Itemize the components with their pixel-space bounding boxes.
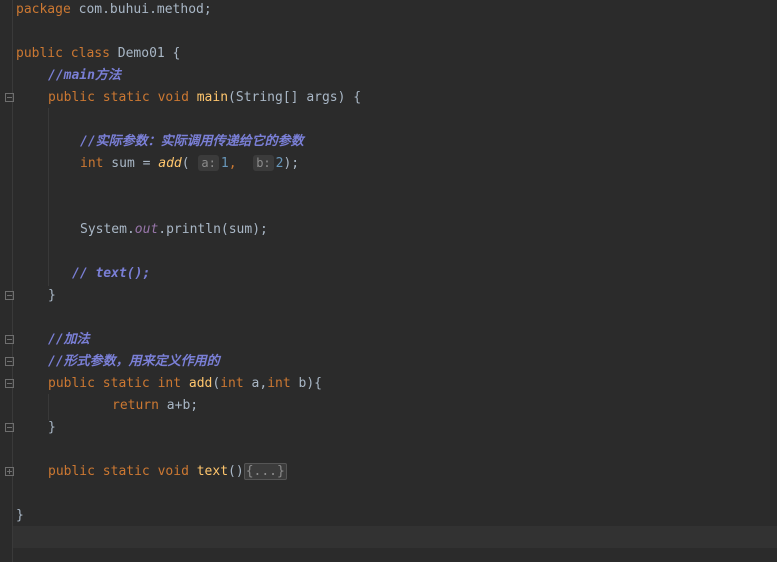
code-text: () — [228, 464, 244, 479]
code-line[interactable]: } — [48, 417, 777, 439]
fold-marker-icon[interactable] — [5, 379, 14, 388]
method-name: add — [188, 376, 213, 391]
parameter-hint: a: — [198, 155, 219, 171]
keyword: int — [220, 376, 244, 391]
comment: // text(); — [72, 266, 151, 281]
fold-marker-icon[interactable] — [5, 335, 14, 344]
indent-guide — [48, 108, 49, 286]
keyword: static — [102, 90, 150, 105]
code-line[interactable]: public class Demo01 { — [16, 43, 777, 65]
fold-marker-icon[interactable] — [5, 467, 14, 476]
code-line[interactable]: public static void text() {...} — [48, 461, 777, 483]
code-line[interactable]: //形式参数，用来定义作用的 — [48, 351, 777, 373]
code-text: .println(sum); — [158, 222, 268, 237]
keyword: static — [102, 376, 150, 391]
closing-brace: } — [48, 288, 56, 303]
package-name: com.buhui.method; — [78, 2, 212, 17]
code-text: a, — [243, 376, 268, 391]
code-line[interactable]: //加法 — [48, 329, 777, 351]
fold-marker-icon[interactable] — [5, 423, 14, 432]
keyword: return — [112, 398, 159, 413]
code-line[interactable]: //实际参数：实际调用传递给它的参数 — [80, 131, 777, 153]
keyword: int — [80, 156, 104, 171]
comma: , — [228, 156, 237, 171]
code-line[interactable]: // text(); — [72, 263, 777, 285]
code-editor[interactable]: package com.buhui.method; public class D… — [0, 0, 777, 562]
comment: //实际参数：实际调用传递给它的参数 — [80, 134, 304, 149]
keyword: public — [48, 464, 95, 479]
keyword: package — [16, 2, 71, 17]
fold-marker-icon[interactable] — [5, 357, 14, 366]
static-field: out — [134, 222, 159, 237]
class-name: Demo01 { — [117, 46, 181, 61]
code-text: a+b; — [158, 398, 199, 413]
number-literal: 1 — [220, 156, 229, 171]
folded-region[interactable]: {...} — [243, 463, 287, 480]
code-line[interactable]: } — [48, 285, 777, 307]
keyword: int — [157, 376, 182, 391]
fold-marker-icon[interactable] — [5, 93, 14, 102]
keyword: int — [267, 376, 291, 391]
method-call: add — [158, 156, 182, 171]
current-line-highlight — [13, 526, 777, 548]
closing-brace: } — [48, 420, 56, 435]
method-name: main — [196, 90, 229, 105]
fold-marker-icon[interactable] — [5, 291, 14, 300]
code-text: ); — [283, 156, 300, 171]
params: (String[] args) { — [228, 90, 362, 105]
closing-brace: } — [16, 508, 24, 523]
code-line[interactable]: //main方法 — [48, 65, 777, 87]
keyword: void — [157, 90, 189, 105]
parameter-hint: b: — [253, 155, 274, 171]
code-text: sum = — [103, 156, 159, 171]
code-text: ( — [181, 156, 190, 171]
code-text: System. — [80, 222, 135, 237]
keyword: static — [102, 464, 150, 479]
code-line[interactable]: int sum = add( a: 1, b: 2); — [80, 153, 777, 175]
code-line[interactable]: public static int add(int a,int b){ — [48, 373, 777, 395]
code-line[interactable]: } — [16, 505, 777, 527]
keyword: public — [48, 376, 95, 391]
keyword: class — [70, 46, 110, 61]
code-line[interactable]: public static void main(String[] args) { — [48, 87, 777, 109]
keyword: public — [16, 46, 63, 61]
keyword: public — [48, 90, 95, 105]
editor-gutter[interactable] — [0, 0, 13, 562]
code-line[interactable]: package com.buhui.method; — [16, 0, 777, 21]
keyword: void — [157, 464, 189, 479]
method-name: text — [196, 464, 229, 479]
code-line[interactable]: System.out.println(sum); — [80, 219, 777, 241]
comment: //main方法 — [48, 68, 121, 83]
code-text: b){ — [290, 376, 322, 391]
code-line[interactable]: return a+b; — [112, 395, 777, 417]
comment: //形式参数，用来定义作用的 — [48, 354, 220, 369]
comment: //加法 — [48, 332, 90, 347]
